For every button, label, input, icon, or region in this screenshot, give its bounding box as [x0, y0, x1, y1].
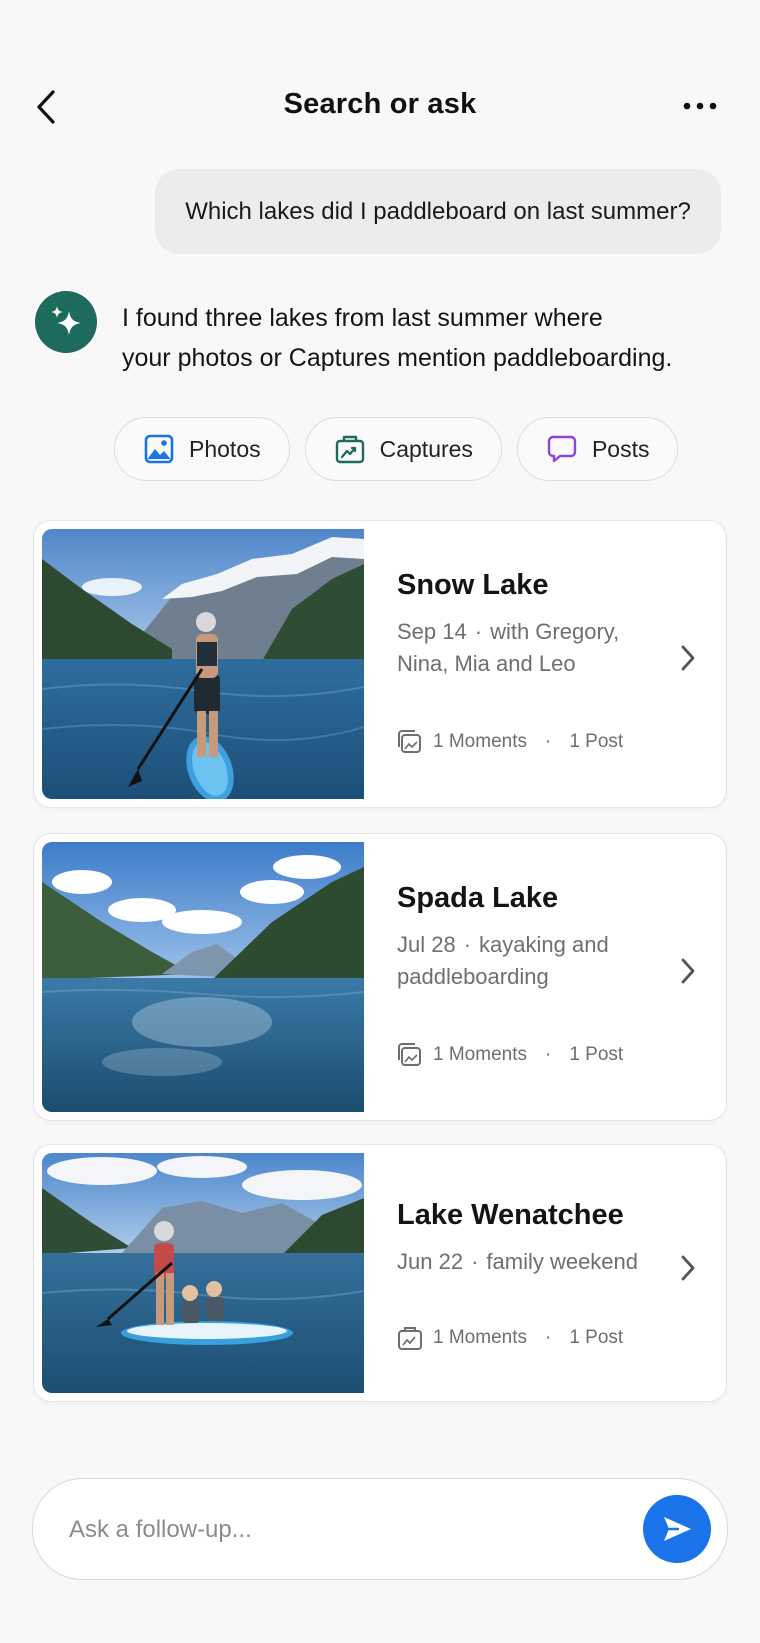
captures-icon	[398, 1327, 422, 1350]
result-detail-line2: paddleboarding	[397, 964, 549, 989]
follow-up-composer	[32, 1478, 728, 1580]
sparkle-icon	[51, 306, 81, 335]
chevron-right-icon	[676, 954, 700, 988]
assistant-message: I found three lakes from last summer whe…	[122, 298, 722, 378]
result-detail: with Gregory,	[490, 619, 620, 644]
result-date: Jun 22	[397, 1249, 464, 1274]
chip-label: Photos	[189, 435, 261, 462]
result-meta: Sep 14 · with Gregory, Nina, Mia and Leo	[397, 616, 666, 680]
result-detail: family weekend	[486, 1249, 639, 1274]
moments-count: 1 Moments	[433, 1327, 527, 1348]
assistant-message-line: your photos or Captures mention paddlebo…	[122, 344, 673, 372]
send-icon	[664, 1517, 691, 1541]
lake-photo	[42, 1153, 364, 1393]
more-horizontal-icon	[683, 102, 717, 110]
result-meta: Jul 28 · kayaking and paddleboarding	[397, 929, 666, 993]
result-detail: kayaking and	[479, 932, 609, 957]
result-stats: 1 Moments · 1 Post	[397, 729, 623, 755]
posts-count: 1 Post	[569, 1327, 624, 1348]
result-info: Lake Wenatchee Jun 22 · family weekend	[397, 1199, 666, 1278]
chip-photos[interactable]: Photos	[114, 417, 290, 481]
chip-label: Posts	[591, 435, 650, 462]
result-meta: Jun 22 · family weekend	[397, 1249, 639, 1274]
captures-icon	[334, 433, 366, 465]
chevron-right-icon	[676, 641, 700, 675]
source-filter-chips: Photos Captures Posts	[114, 417, 679, 481]
result-stats: 1 Moments · 1 Post	[397, 1042, 623, 1068]
moments-count: 1 Moments	[433, 731, 527, 752]
result-info: Snow Lake Sep 14 · with Gregory, Nina, Mia…	[397, 569, 666, 680]
user-message-text: Which lakes did I paddleboard on last su…	[185, 197, 691, 225]
posts-count: 1 Post	[569, 1044, 624, 1065]
more-options-button[interactable]	[680, 94, 720, 118]
lake-name: Spada Lake	[397, 882, 559, 914]
chip-posts[interactable]: Posts	[516, 417, 679, 481]
result-date: Sep 14	[397, 619, 467, 644]
result-info: Spada Lake Jul 28 · kayaking and paddleboa…	[397, 882, 666, 993]
result-card-snow-lake[interactable]: Snow Lake Sep 14 · with Gregory, Nina, Mia…	[33, 520, 727, 808]
send-button[interactable]	[643, 1495, 711, 1563]
user-message-bubble: Which lakes did I paddleboard on last su…	[155, 169, 721, 254]
result-detail-line2: Nina, Mia and Leo	[397, 651, 576, 676]
top-bar: Search or ask	[0, 68, 760, 144]
page-title: Search or ask	[283, 88, 477, 120]
result-date: Jul 28	[397, 932, 456, 957]
chip-captures[interactable]: Captures	[304, 417, 502, 481]
result-card-spada-lake[interactable]: Spada Lake Jul 28 · kayaking and paddleboa…	[33, 833, 727, 1121]
assistant-avatar	[35, 291, 97, 353]
lake-photo	[42, 842, 364, 1112]
follow-up-input[interactable]	[67, 1507, 611, 1553]
chat-bubble-icon	[546, 433, 578, 465]
lake-name: Snow Lake	[397, 569, 549, 601]
photo-icon	[143, 433, 175, 465]
moments-stack-icon	[398, 730, 421, 753]
result-card-lake-wenatchee[interactable]: Lake Wenatchee Jun 22 · family weekend 1 M…	[33, 1144, 727, 1402]
chevron-right-icon	[676, 1251, 700, 1285]
lake-name: Lake Wenatchee	[397, 1199, 624, 1231]
moments-count: 1 Moments	[433, 1044, 527, 1065]
moments-stack-icon	[398, 1043, 421, 1066]
lake-photo	[42, 529, 364, 799]
result-stats: 1 Moments · 1 Post	[397, 1325, 623, 1351]
chip-label: Captures	[379, 435, 473, 462]
posts-count: 1 Post	[569, 731, 624, 752]
assistant-message-line: I found three lakes from last summer whe…	[122, 304, 603, 332]
